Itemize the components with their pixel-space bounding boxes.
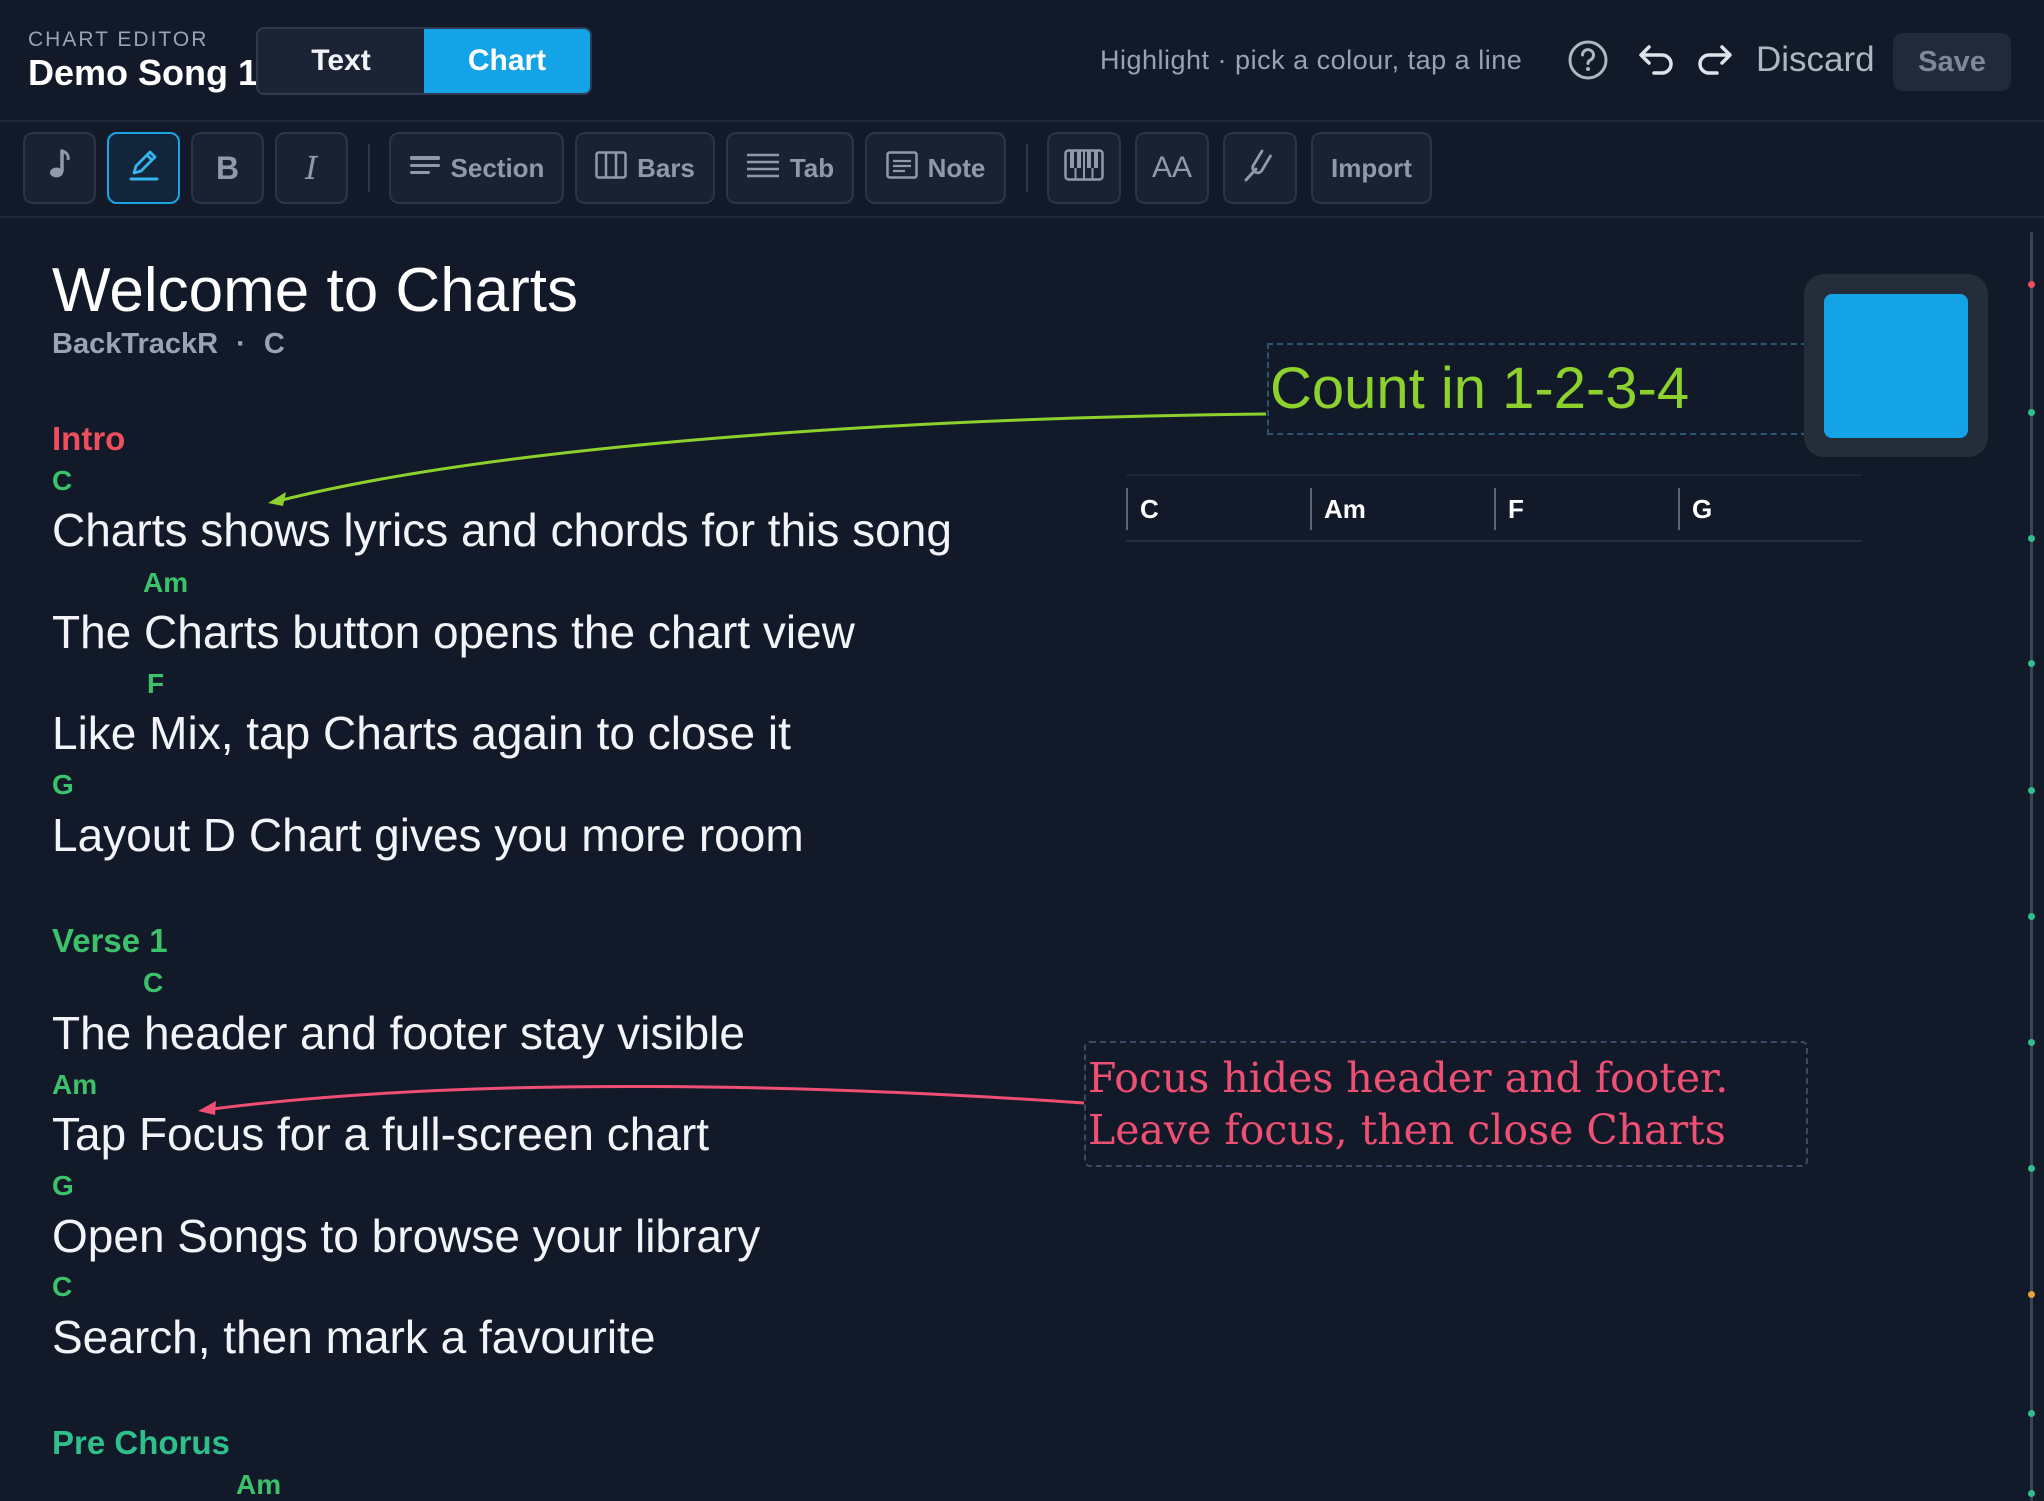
scroll-marker[interactable] [2028,535,2035,542]
tab-chart[interactable]: Chart [424,29,590,93]
italic-button[interactable]: I [275,132,348,204]
lyric-line[interactable]: Open Songs to browse your library [52,1209,760,1263]
scroll-marker[interactable] [2028,1039,2035,1046]
section-scroll-track[interactable] [2030,232,2033,1501]
bold-button[interactable]: B [191,132,264,204]
lyric-line[interactable]: Like Mix, tap Charts again to close it [52,706,791,760]
meta-separator: · [236,328,246,360]
discard-button[interactable]: Discard [1756,40,1875,80]
toolbar-divider [368,144,370,192]
scroll-marker[interactable] [2028,1165,2035,1172]
artist-name: BackTrackR [52,328,219,360]
scroll-marker[interactable] [2028,1410,2035,1417]
tuner-button[interactable] [1223,132,1297,204]
chord-label[interactable]: Am [236,1469,281,1501]
bar-cell[interactable]: G [1678,488,1712,530]
bar-cell[interactable]: F [1494,488,1524,530]
highlight-pen-button[interactable] [107,132,180,204]
keyboard-button[interactable] [1047,132,1121,204]
chord-label[interactable]: G [52,769,74,801]
tab-label: Tab [789,152,835,183]
section-label: Section [450,152,545,183]
chord-label[interactable]: Am [143,567,188,599]
bar-cell[interactable]: Am [1310,488,1366,530]
chord-label[interactable]: C [52,1271,72,1303]
piano-icon [1064,148,1104,188]
chord-label[interactable]: Am [52,1069,97,1101]
lyric-line[interactable]: Tap Focus for a full-screen chart [52,1107,709,1161]
editor-eyebrow: CHART EDITOR [28,28,209,51]
bold-icon: B [215,149,240,186]
toolbar-divider [1026,144,1028,192]
tab-button[interactable]: Tab [726,132,854,204]
count-in-annotation[interactable]: Count in 1-2-3-4 [1270,355,1689,422]
note-icon [885,150,918,186]
import-button[interactable]: Import [1311,132,1432,204]
song-key: C [263,328,285,360]
lyric-line[interactable]: The header and footer stay visible [52,1006,745,1060]
lyric-line[interactable]: The Charts button opens the chart view [52,605,855,659]
bar-row[interactable]: C Am F G [1126,474,1862,542]
scroll-marker[interactable] [2028,1490,2035,1497]
chord-label[interactable]: F [147,668,164,700]
scroll-marker[interactable] [2028,281,2035,288]
lyric-line[interactable]: Search, then mark a favourite [52,1310,655,1364]
section-heading-pre-chorus[interactable]: Pre Chorus [52,1424,230,1462]
chord-label[interactable]: G [52,1170,74,1202]
section-icon [409,153,441,184]
scroll-marker[interactable] [2028,913,2035,920]
lyric-line[interactable]: Layout D Chart gives you more room [52,808,804,862]
note-button[interactable]: Note [865,132,1006,204]
help-icon[interactable] [1566,38,1610,82]
tab-text[interactable]: Text [258,29,424,93]
font-size-button[interactable]: AA [1135,132,1209,204]
section-heading-verse-1[interactable]: Verse 1 [52,922,168,960]
music-note-icon [45,148,75,189]
focus-note-arrow [211,1084,1085,1111]
save-button[interactable]: Save [1893,33,2011,91]
tuning-fork-icon [1242,147,1278,190]
insert-chord-button[interactable] [23,132,96,204]
pen-icon [126,147,162,190]
editor-header: CHART EDITOR Demo Song 1 Text Chart High… [0,0,2044,122]
chord-label[interactable]: C [52,465,72,497]
bars-label: Bars [637,152,695,183]
scroll-marker[interactable] [2028,1291,2035,1298]
count-in-arrow [277,412,1267,503]
chart-title: Welcome to Charts [52,256,579,325]
bar-cell[interactable]: C [1126,488,1159,530]
focus-note-annotation[interactable]: Focus hides header and footer. Leave foc… [1088,1052,1808,1156]
mode-segmented-control: Text Chart [256,27,592,95]
chord-label[interactable]: C [143,967,163,999]
highlight-colour-swatch[interactable] [1824,294,1968,438]
undo-icon[interactable] [1634,38,1678,82]
editor-toolbar: B I Section Bars Tab Note AA Import [0,120,2044,218]
bars-button[interactable]: Bars [575,132,715,204]
lyric-line[interactable]: Charts shows lyrics and chords for this … [52,503,952,557]
import-label: Import [1331,152,1412,183]
font-size-icon: AA [1151,151,1193,184]
section-heading-intro[interactable]: Intro [52,420,125,458]
scroll-marker[interactable] [2028,409,2035,416]
chart-meta: BackTrackR · C [52,328,285,361]
scroll-marker[interactable] [2028,787,2035,794]
tab-lines-icon [746,152,780,185]
italic-icon: I [305,149,318,187]
highlight-hint: Highlight · pick a colour, tap a line [1100,45,1523,75]
note-label: Note [927,152,986,183]
song-title: Demo Song 1 [28,52,259,93]
scroll-marker[interactable] [2028,660,2035,667]
bars-icon [595,150,627,186]
section-button[interactable]: Section [389,132,564,204]
redo-icon[interactable] [1693,38,1737,82]
